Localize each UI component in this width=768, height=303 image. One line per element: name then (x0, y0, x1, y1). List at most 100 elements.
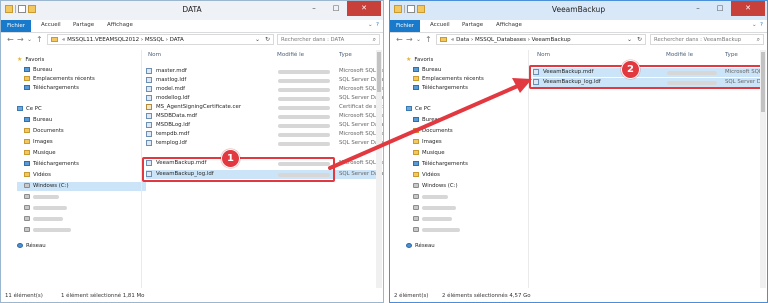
tab-view[interactable]: Affichage (496, 22, 522, 28)
tab-file[interactable]: Fichier (390, 20, 420, 32)
breadcrumb-item[interactable]: DATA (170, 37, 184, 43)
nav-item-drive[interactable] (413, 204, 456, 213)
vertical-scrollbar[interactable] (376, 50, 382, 288)
nav-item-drive[interactable] (24, 193, 59, 202)
nav-network[interactable]: Réseau (17, 242, 46, 251)
nav-item-downloads[interactable]: Téléchargements (24, 160, 79, 169)
nav-item-downloads[interactable]: Téléchargements (413, 84, 468, 93)
column-name[interactable]: Nom (537, 52, 550, 58)
nav-item-drive[interactable] (413, 215, 452, 224)
nav-item-desktop[interactable]: Bureau (24, 66, 52, 75)
refresh-icon[interactable]: ↻ (265, 36, 270, 43)
file-row[interactable]: model.mdfMicrosoft SQL Serv (146, 85, 383, 94)
tab-share[interactable]: Partage (73, 22, 94, 28)
nav-item-windows-c[interactable]: Windows (C:) (413, 182, 458, 191)
minimize-button[interactable]: – (303, 1, 325, 16)
nav-item-music[interactable]: Musique (24, 149, 56, 158)
breadcrumb-item[interactable]: Data (456, 37, 469, 43)
nav-item-drive[interactable] (413, 193, 448, 202)
redacted-date (278, 79, 330, 83)
title-bar[interactable]: VeeamBackup – □ ✕ (390, 1, 767, 20)
scrollbar-thumb[interactable] (377, 52, 381, 92)
nav-item-drive[interactable] (24, 215, 63, 224)
nav-item-videos[interactable]: Vidéos (24, 171, 51, 180)
recent-locations-icon[interactable]: ⌄ (27, 36, 32, 43)
nav-item-documents[interactable]: Documents (24, 127, 64, 136)
nav-item-recent[interactable]: Emplacements récents (413, 75, 484, 84)
file-row[interactable]: tempdb.mdfMicrosoft SQL Serv (146, 130, 383, 139)
nav-network[interactable]: Réseau (406, 242, 435, 251)
breadcrumb-item[interactable]: MSSQL (145, 37, 164, 43)
nav-this-pc[interactable]: Ce PC (17, 105, 42, 114)
search-icon[interactable]: ⌕ (757, 36, 760, 44)
nav-item-drive[interactable] (413, 226, 460, 235)
nav-item-drive[interactable] (24, 204, 67, 213)
nav-item-documents[interactable]: Documents (413, 127, 453, 136)
address-dropdown-icon[interactable]: ⌄ (255, 36, 260, 43)
address-bar[interactable]: « Data › MSSQL_Databases › VeeamBackup ⌄… (436, 34, 646, 45)
nav-item-pictures[interactable]: Images (413, 138, 442, 147)
close-button[interactable]: ✕ (731, 1, 765, 16)
file-row[interactable]: mastlog.ldfSQL Server Databa (146, 76, 383, 85)
nav-favorites[interactable]: ★ Favoris (17, 55, 44, 64)
scrollbar-thumb[interactable] (761, 52, 765, 112)
column-modified[interactable]: Modifié le (666, 52, 693, 58)
forward-icon[interactable]: → (406, 35, 413, 44)
breadcrumb-item[interactable]: VeeamBackup (532, 37, 571, 43)
vertical-scrollbar[interactable] (760, 50, 766, 288)
nav-item-downloads[interactable]: Téléchargements (413, 160, 468, 169)
nav-item-videos[interactable]: Vidéos (413, 171, 440, 180)
nav-item-recent[interactable]: Emplacements récents (24, 75, 95, 84)
tab-home[interactable]: Accueil (430, 22, 450, 28)
nav-item-downloads[interactable]: Téléchargements (24, 84, 79, 93)
maximize-button[interactable]: □ (325, 1, 347, 16)
search-input[interactable]: Rechercher dans : VeeamBackup ⌕ (650, 34, 764, 45)
nav-label: Réseau (415, 243, 435, 249)
column-type[interactable]: Type (725, 52, 738, 58)
help-icon[interactable]: ? (376, 22, 379, 28)
column-headers: Nom Modifié le Type (142, 50, 376, 60)
nav-item-desktop[interactable]: Bureau (413, 116, 441, 125)
nav-item-windows-c[interactable]: Windows (C:) (17, 182, 146, 191)
file-row[interactable]: MS_AgentSigningCertificate.cer Certificat… (146, 103, 383, 112)
breadcrumb-item[interactable]: MSSQL11.VEEAMSQL2012 (67, 37, 139, 43)
forward-icon[interactable]: → (17, 35, 24, 44)
expand-ribbon-icon[interactable]: ⌄ (368, 22, 373, 28)
maximize-button[interactable]: □ (709, 1, 731, 16)
column-modified[interactable]: Modifié le (277, 52, 304, 58)
nav-item-drive[interactable] (24, 226, 71, 235)
nav-item-music[interactable]: Musique (413, 149, 445, 158)
tab-file[interactable]: Fichier (1, 20, 31, 32)
nav-favorites[interactable]: ★ Favoris (406, 55, 433, 64)
nav-this-pc[interactable]: Ce PC (406, 105, 431, 114)
back-icon[interactable]: ← (7, 35, 14, 44)
search-icon[interactable]: ⌕ (373, 36, 376, 44)
recent-locations-icon[interactable]: ⌄ (416, 36, 421, 43)
file-row[interactable]: MSDBData.mdfMicrosoft SQL Serv (146, 112, 383, 121)
minimize-button[interactable]: – (687, 1, 709, 16)
file-row[interactable]: templog.ldfSQL Server Databa (146, 139, 383, 148)
column-type[interactable]: Type (339, 52, 352, 58)
close-button[interactable]: ✕ (347, 1, 381, 16)
up-icon[interactable]: ↑ (425, 35, 432, 44)
address-dropdown-icon[interactable]: ⌄ (627, 36, 632, 43)
nav-item-desktop[interactable]: Bureau (24, 116, 52, 125)
search-input[interactable]: Rechercher dans : DATA ⌕ (277, 34, 380, 45)
refresh-icon[interactable]: ↻ (637, 36, 642, 43)
breadcrumb-item[interactable]: MSSQL_Databases (475, 37, 526, 43)
nav-item-desktop[interactable]: Bureau (413, 66, 441, 75)
address-bar[interactable]: « MSSQL11.VEEAMSQL2012 › MSSQL › DATA ⌄ … (47, 34, 274, 45)
file-row[interactable]: modellog.ldfSQL Server Databa (146, 94, 383, 103)
title-bar[interactable]: DATA – □ ✕ (1, 1, 383, 20)
back-icon[interactable]: ← (396, 35, 403, 44)
tab-view[interactable]: Affichage (107, 22, 133, 28)
nav-item-pictures[interactable]: Images (24, 138, 53, 147)
expand-ribbon-icon[interactable]: ⌄ (752, 22, 757, 28)
column-name[interactable]: Nom (148, 52, 161, 58)
file-row[interactable]: master.mdfMicrosoft SQL Serv (146, 67, 383, 76)
tab-share[interactable]: Partage (462, 22, 483, 28)
tab-home[interactable]: Accueil (41, 22, 61, 28)
file-row[interactable]: MSDBLog.ldfSQL Server Databa (146, 121, 383, 130)
up-icon[interactable]: ↑ (36, 35, 43, 44)
help-icon[interactable]: ? (760, 22, 763, 28)
